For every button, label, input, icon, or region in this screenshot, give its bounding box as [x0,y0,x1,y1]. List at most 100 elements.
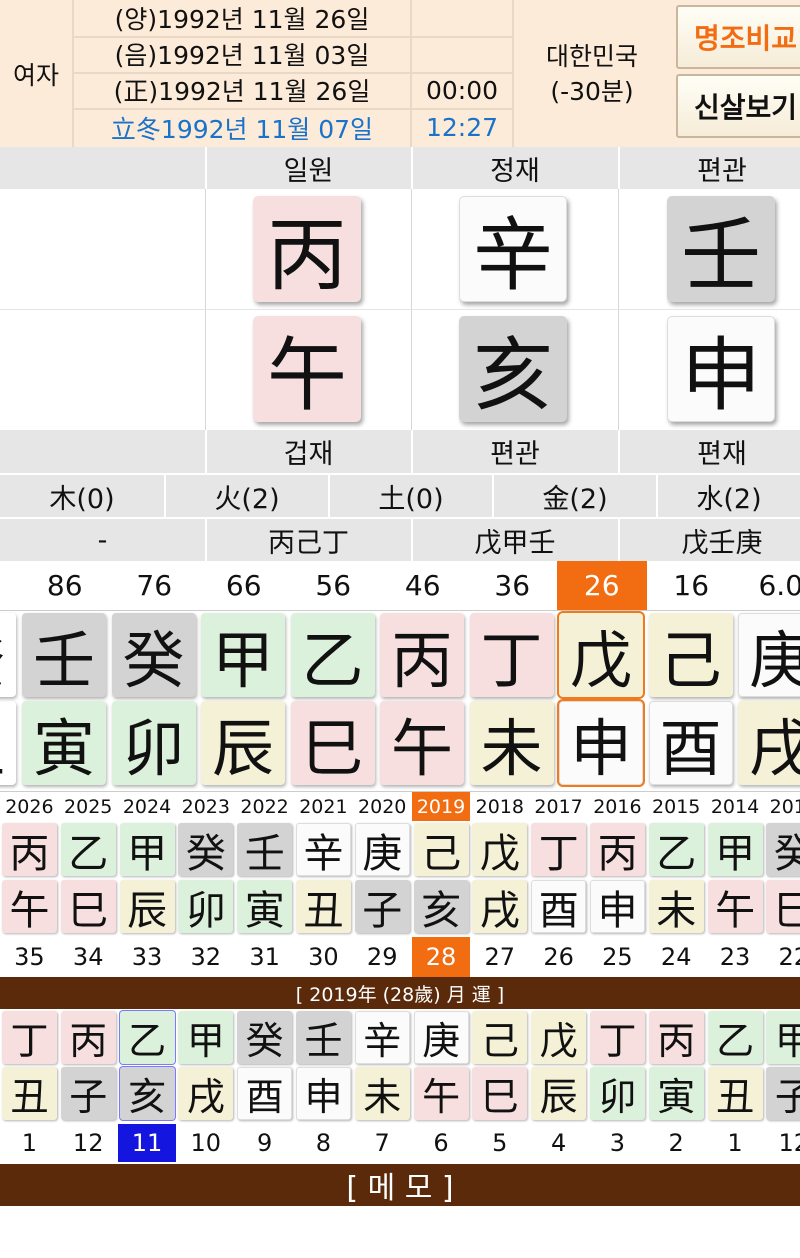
daeun-age[interactable]: 16 [647,561,737,610]
compare-chart-button[interactable]: 명조비교 [676,5,800,69]
year-stem[interactable]: 壬 [237,823,293,877]
month-stem[interactable]: 丙 [648,1011,704,1064]
month-stem[interactable]: 乙 [707,1011,763,1064]
year-stem[interactable]: 乙 [60,823,116,877]
month-branch[interactable]: 巳 [472,1067,528,1120]
year-age[interactable]: 22 [764,937,800,977]
year-label[interactable]: 2026 [0,792,59,821]
year-age[interactable]: 29 [353,937,412,977]
daeun-age[interactable]: 76 [110,561,200,610]
year-label[interactable]: 2015 [647,792,706,821]
month-branch-char[interactable]: 亥 [459,316,567,422]
daeun-age[interactable]: 26 [557,561,647,610]
year-stem[interactable]: 癸 [766,823,800,877]
year-branch[interactable]: 酉 [531,880,587,934]
month-branch[interactable]: 亥 [119,1067,175,1120]
month-number[interactable]: 4 [529,1124,588,1162]
month-number[interactable]: 2 [647,1124,706,1162]
daeun-branch[interactable]: 卯 [111,701,196,785]
month-branch[interactable]: 申 [296,1067,351,1120]
month-branch[interactable]: 子 [766,1067,800,1120]
month-stem[interactable]: 己 [472,1011,528,1064]
month-stem[interactable]: 甲 [766,1011,800,1064]
year-age[interactable]: 23 [706,937,765,977]
month-stem[interactable]: 庚 [413,1011,469,1064]
year-stem[interactable]: 丙 [590,823,645,877]
month-number[interactable]: 9 [235,1124,294,1162]
year-stem[interactable]: 癸 [178,823,234,877]
year-branch[interactable]: 子 [354,880,410,934]
year-label[interactable]: 2022 [235,792,294,821]
month-stem[interactable]: 壬 [296,1011,351,1064]
year-stem[interactable]: 辛 [296,823,351,877]
year-branch[interactable]: 丑 [296,880,351,934]
month-stem[interactable]: 戊 [531,1011,587,1064]
month-number[interactable]: 7 [353,1124,412,1162]
month-stem-char[interactable]: 辛 [459,196,567,302]
year-age[interactable]: 24 [647,937,706,977]
month-number[interactable]: 8 [294,1124,353,1162]
year-age[interactable]: 34 [59,937,118,977]
month-branch[interactable]: 丑 [707,1067,763,1120]
daeun-stem[interactable]: 壬 [22,613,106,697]
year-age[interactable]: 31 [235,937,294,977]
year-age[interactable]: 30 [294,937,353,977]
year-stem-char[interactable]: 壬 [667,196,775,302]
year-stem[interactable]: 甲 [707,823,763,877]
daeun-age[interactable]: 56 [289,561,379,610]
year-label[interactable]: 2016 [588,792,647,821]
daeun-branch[interactable]: 酉 [648,701,733,785]
year-label[interactable]: 2021 [294,792,353,821]
year-age[interactable]: 33 [118,937,177,977]
daeun-branch[interactable]: 辰 [201,701,285,785]
month-stem[interactable]: 癸 [237,1011,293,1064]
year-label[interactable]: 2014 [706,792,765,821]
month-branch[interactable]: 午 [413,1067,469,1120]
daeun-stem[interactable]: 己 [648,613,733,697]
month-number[interactable]: 12 [764,1124,800,1162]
daeun-branch[interactable]: 午 [380,701,464,785]
year-age[interactable]: 32 [176,937,235,977]
month-branch[interactable]: 酉 [237,1067,293,1120]
year-branch[interactable]: 申 [590,880,645,934]
year-stem[interactable]: 丁 [531,823,587,877]
year-stem[interactable]: 庚 [354,823,410,877]
year-branch[interactable]: 午 [707,880,763,934]
year-label[interactable]: 2023 [176,792,235,821]
month-stem[interactable]: 丁 [2,1011,57,1064]
month-branch[interactable]: 戌 [178,1067,234,1120]
month-number[interactable]: 1 [0,1124,59,1162]
daeun-stem[interactable]: 甲 [201,613,285,697]
daeun-branch[interactable]: 申 [559,701,643,785]
daeun-branch[interactable]: 巳 [290,701,375,785]
year-stem[interactable]: 甲 [119,823,175,877]
year-label[interactable]: 2017 [529,792,588,821]
year-branch[interactable]: 未 [648,880,704,934]
daeun-age[interactable]: 66 [199,561,289,610]
year-branch[interactable]: 卯 [178,880,234,934]
daeun-stem[interactable]: 癸 [111,613,196,697]
month-branch[interactable]: 卯 [590,1067,645,1120]
month-number[interactable]: 5 [470,1124,529,1162]
year-label[interactable]: 2025 [59,792,118,821]
month-branch[interactable]: 未 [354,1067,410,1120]
daeun-age[interactable]: 6.0 [736,561,800,610]
daeun-stem[interactable]: 乙 [290,613,375,697]
year-age[interactable]: 25 [588,937,647,977]
month-number[interactable]: 1 [706,1124,765,1162]
sinsal-view-button[interactable]: 신살보기 [676,74,800,138]
daeun-stem[interactable]: 庚 [738,613,800,697]
year-label[interactable]: 2019 [411,792,471,821]
month-number[interactable]: 3 [588,1124,647,1162]
year-branch-char[interactable]: 申 [667,316,775,422]
daeun-age[interactable]: 46 [378,561,468,610]
month-number[interactable]: 10 [176,1124,235,1162]
year-branch[interactable]: 亥 [413,880,469,934]
month-stem[interactable]: 甲 [178,1011,234,1064]
month-branch[interactable]: 丑 [2,1067,57,1120]
year-age[interactable]: 28 [411,937,471,977]
year-branch[interactable]: 寅 [237,880,293,934]
year-stem[interactable]: 丙 [2,823,57,877]
daeun-branch-partial[interactable]: 丑 [0,701,16,785]
daeun-stem[interactable]: 丙 [380,613,464,697]
